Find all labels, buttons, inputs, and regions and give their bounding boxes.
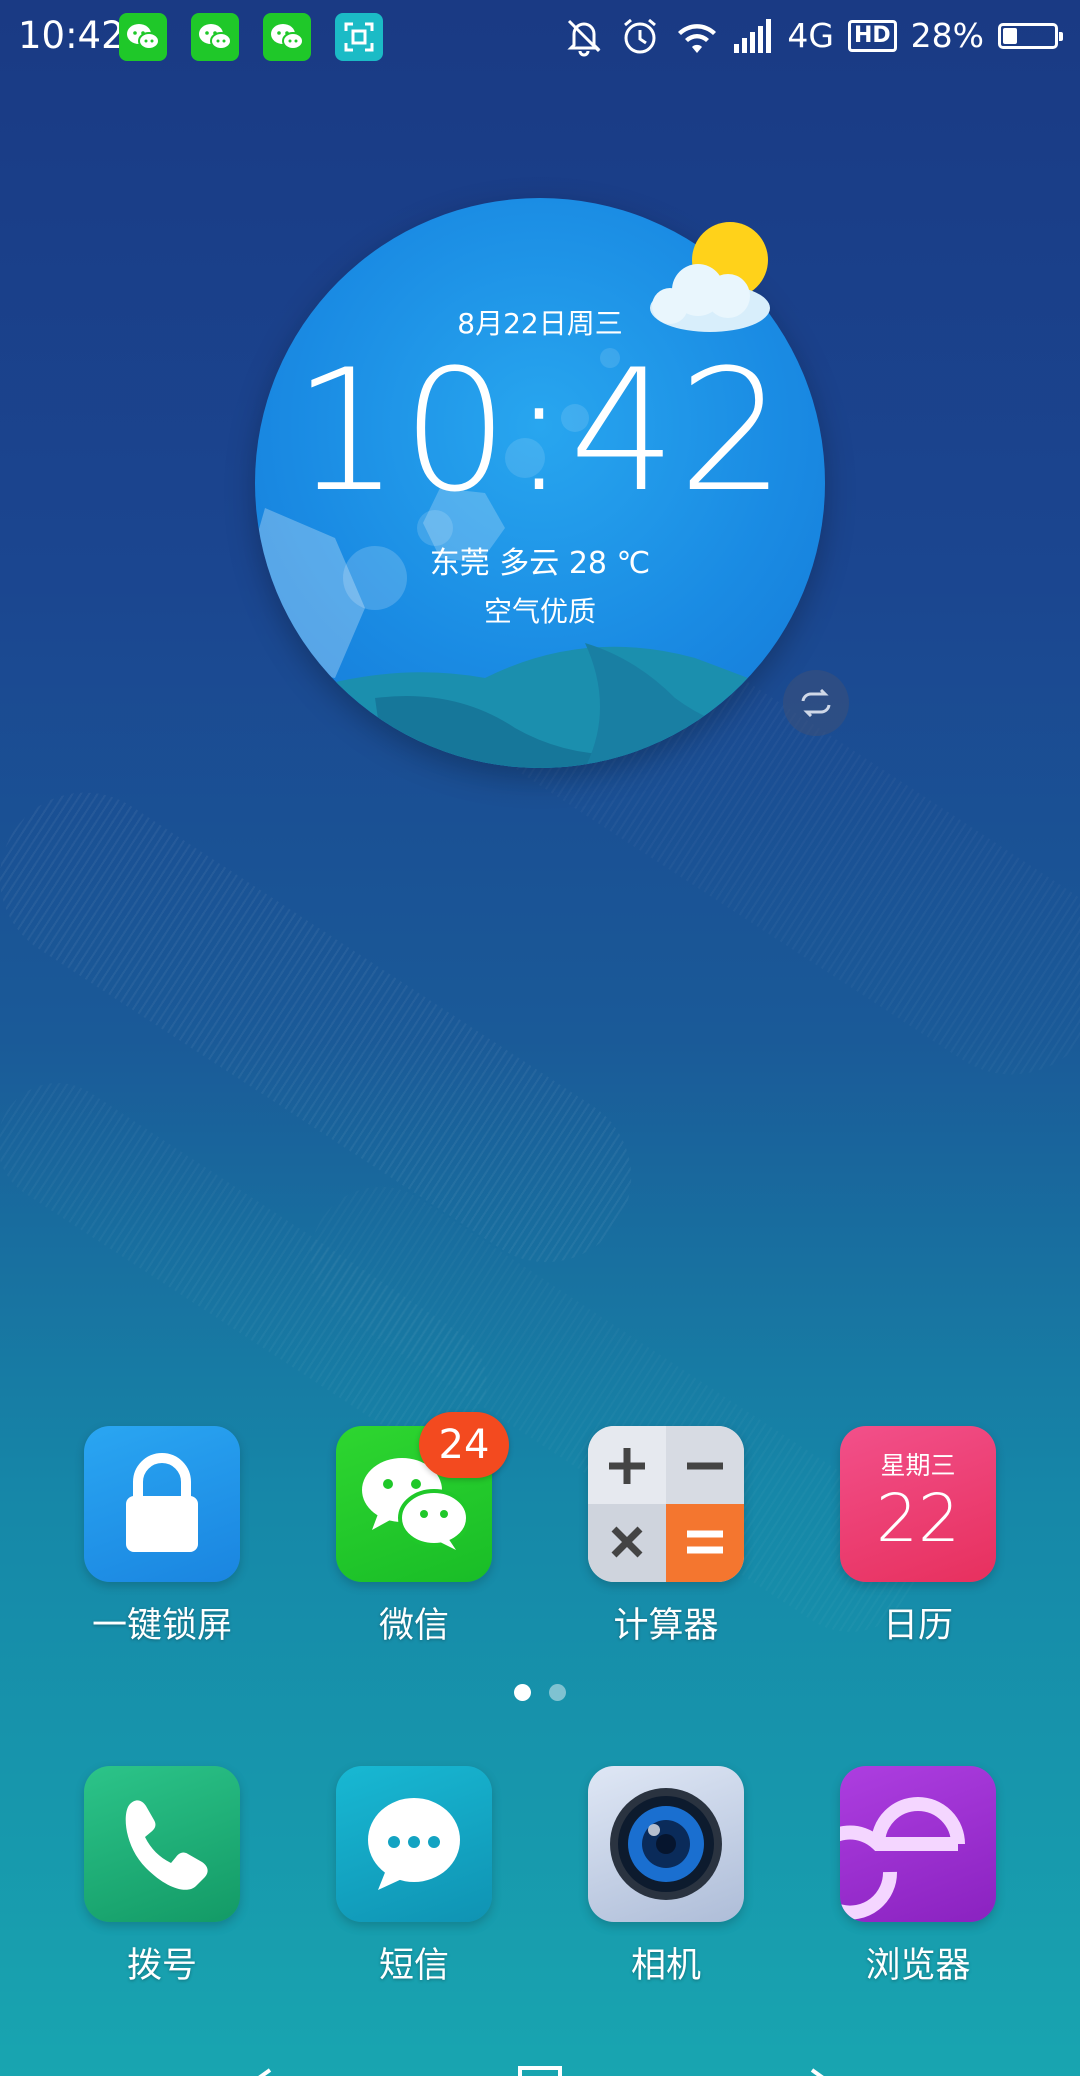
hd-badge: HD: [847, 20, 897, 52]
app-label: 计算器: [613, 1606, 719, 1646]
calendar-weekday: 星期三: [880, 1451, 956, 1480]
app-dialer[interactable]: 拨号: [62, 1766, 262, 1988]
home-icon: [518, 2066, 562, 2076]
app-label: 短信: [378, 1946, 449, 1986]
back-icon: [258, 2068, 272, 2076]
wechat-icon: [191, 13, 239, 61]
app-calculator[interactable]: 计算器: [566, 1426, 766, 1648]
app-messages[interactable]: 短信: [314, 1766, 514, 1988]
camera-icon: [588, 1766, 744, 1922]
app-browser[interactable]: 浏览器: [818, 1766, 1018, 1988]
app-calendar[interactable]: 星期三 22 日历: [818, 1426, 1018, 1648]
status-bar[interactable]: 10:42 4G HD 28%: [0, 0, 1080, 72]
app-label: 浏览器: [865, 1946, 971, 1986]
app-lock-screen[interactable]: 一键锁屏: [62, 1426, 262, 1648]
battery-percent: 28%: [910, 16, 984, 55]
page-dot-active[interactable]: [514, 1684, 531, 1701]
battery-icon: [998, 23, 1063, 49]
alarm-icon: [624, 18, 657, 54]
message-icon: [336, 1766, 492, 1922]
refresh-button[interactable]: [783, 670, 849, 736]
app-wechat[interactable]: 24 微信: [314, 1412, 514, 1648]
battery-fill: [1003, 28, 1017, 44]
mute-bell-icon: [567, 19, 601, 57]
dune-illustration: [255, 643, 825, 768]
lock-icon: [84, 1426, 240, 1582]
phone-icon: [84, 1766, 240, 1922]
app-camera[interactable]: 相机: [566, 1766, 766, 1988]
calendar-day: 22: [876, 1480, 960, 1557]
wifi-icon: [678, 24, 717, 53]
page-dot[interactable]: [549, 1684, 566, 1701]
browser-icon: [840, 1766, 996, 1922]
app-label: 日历: [882, 1606, 953, 1646]
app-label: 微信: [378, 1606, 449, 1646]
app-label: 一键锁屏: [91, 1606, 232, 1646]
unread-badge: 24: [419, 1412, 509, 1478]
wechat-icon: [119, 13, 167, 61]
app-label: 相机: [630, 1946, 701, 1986]
screenshot-icon: [335, 13, 383, 61]
status-time: 10:42: [18, 14, 125, 57]
wechat-icon: [263, 13, 311, 61]
partly-cloudy-icon: [650, 222, 770, 332]
status-icons: 4G HD 28%: [563, 10, 1063, 62]
app-label: 拨号: [126, 1946, 197, 1986]
navigation-bar[interactable]: [0, 2040, 1080, 2076]
calculator-icon: [588, 1426, 744, 1582]
home-screen: 10:42 4G HD 28% 8月22日周三 10:42 东莞 多云 28 ℃…: [0, 0, 1080, 2076]
recents-icon: [810, 2068, 824, 2076]
battery-tip: [1059, 32, 1063, 41]
signal-icon: [734, 19, 772, 53]
widget-weather: 东莞 多云 28 ℃: [429, 546, 651, 581]
calendar-icon: 星期三 22: [840, 1426, 996, 1582]
network-type: 4G: [787, 16, 834, 55]
widget-time: 10:42: [292, 333, 788, 529]
refresh-icon: [801, 689, 831, 717]
page-indicator[interactable]: [0, 1684, 1080, 1701]
